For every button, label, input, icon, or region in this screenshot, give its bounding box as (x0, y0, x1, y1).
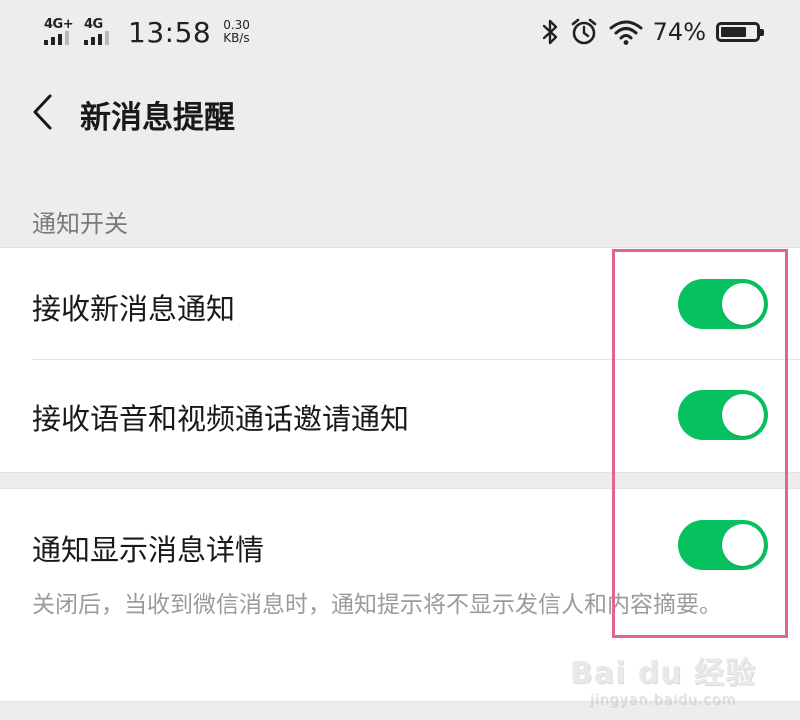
signal-icon-2: 4G (84, 15, 118, 49)
bluetooth-icon (542, 19, 557, 45)
alarm-icon (571, 18, 596, 45)
setting-label: 通知显示消息详情 (32, 533, 265, 567)
battery-level-fill (721, 27, 746, 37)
watermark: Bai du 经验 jingyan.baidu.com (570, 648, 756, 708)
network-speed: 0.30 KB/s (223, 19, 250, 45)
highlight-annotation-box (612, 249, 788, 638)
network-type-2: 4G (84, 17, 103, 32)
section-header-label: 通知开关 (32, 210, 128, 238)
status-right: 74% (541, 12, 764, 52)
battery-icon (716, 22, 764, 42)
status-bar: 4G+ 4G 13:58 0.30 KB/s 74% (0, 0, 800, 66)
watermark-logo: Bai du 经验 (569, 656, 756, 691)
signal-icon-1: 4G+ (44, 15, 78, 49)
back-button[interactable] (22, 88, 62, 136)
setting-label: 接收新消息通知 (32, 292, 236, 326)
setting-label: 接收语音和视频通话邀请通知 (32, 402, 410, 436)
watermark-url: jingyan.baidu.com (589, 692, 737, 708)
network-type-1: 4G+ (44, 17, 74, 32)
battery-percent: 74% (652, 18, 706, 46)
clock: 13:58 (128, 15, 212, 49)
page-title: 新消息提醒 (80, 100, 235, 136)
wifi-icon (609, 20, 643, 45)
nav-bar: 新消息提醒 (0, 66, 800, 158)
status-left: 4G+ 4G 13:58 0.30 KB/s (44, 12, 250, 52)
speed-unit: KB/s (223, 31, 250, 45)
chevron-left-icon (33, 94, 52, 130)
section-header: 通知开关 (0, 158, 800, 246)
